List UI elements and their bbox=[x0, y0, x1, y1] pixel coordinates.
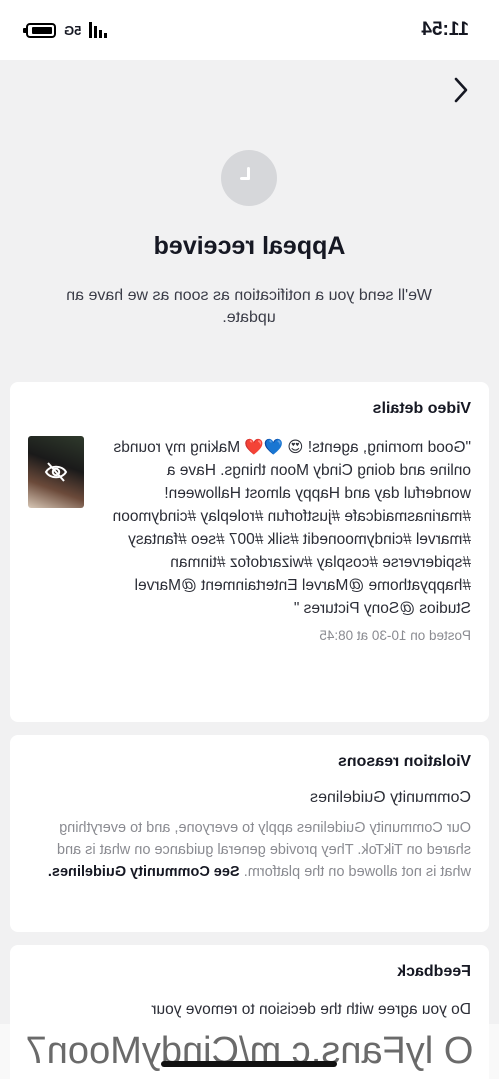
battery-fill bbox=[32, 26, 52, 34]
video-posted-date: Posted on 10-30 at 08:45 bbox=[319, 628, 471, 643]
home-indicator[interactable] bbox=[161, 1061, 337, 1067]
signal-icon bbox=[89, 22, 108, 38]
status-icons: 5G bbox=[26, 22, 108, 38]
chevron-icon bbox=[454, 77, 468, 103]
hidden-eye-icon bbox=[44, 462, 68, 482]
violation-card: Violation reasons Community Guidelines O… bbox=[10, 735, 489, 932]
page-subtitle: We'll send you a notification as soon as… bbox=[66, 287, 432, 326]
violation-reason: Community Guidelines bbox=[310, 789, 471, 806]
video-details-card[interactable]: Video details "Good morning, agents! 😍 💙… bbox=[10, 382, 489, 722]
violation-description: Our Community Guidelines apply to everyo… bbox=[28, 817, 471, 883]
status-time: 11:54 bbox=[421, 19, 469, 40]
network-label: 5G bbox=[64, 22, 82, 38]
video-details-title: Video details bbox=[372, 400, 471, 417]
video-text: "Good morning, agents! 😍 💙❤️ Making my r… bbox=[100, 436, 471, 643]
community-guidelines-link[interactable]: See Community Guidelines. bbox=[48, 864, 240, 880]
video-row: "Good morning, agents! 😍 💙❤️ Making my r… bbox=[28, 436, 471, 643]
watermark: O lyFans.c m/CindyMoon7 bbox=[0, 1024, 499, 1079]
video-thumbnail[interactable] bbox=[28, 436, 84, 508]
feedback-title: Feedback bbox=[397, 963, 471, 980]
status-bar: 11:54 5G bbox=[0, 0, 499, 60]
clock-icon bbox=[221, 150, 277, 206]
back-button[interactable] bbox=[447, 76, 475, 104]
mirrored-screen: 11:54 5G Appeal received We'll send you … bbox=[0, 0, 499, 1079]
page-title: Appeal received bbox=[153, 232, 346, 260]
feedback-question: Do you agree with the decision to remove… bbox=[151, 1001, 471, 1018]
violation-title: Violation reasons bbox=[337, 753, 471, 770]
battery-icon bbox=[26, 22, 56, 38]
video-caption: "Good morning, agents! 😍 💙❤️ Making my r… bbox=[112, 439, 471, 617]
